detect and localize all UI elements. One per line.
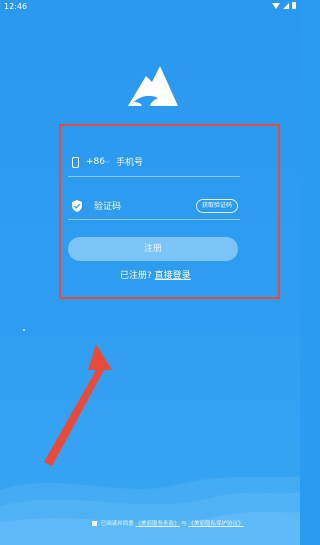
phone-row: +86 ⌵ xyxy=(68,152,240,174)
app-logo xyxy=(128,66,178,106)
shield-icon xyxy=(72,200,82,212)
code-row: 获取验证码 xyxy=(68,196,240,218)
status-bar: 12:46 xyxy=(0,0,300,14)
phone-divider xyxy=(68,176,240,177)
wave-decoration xyxy=(0,476,300,545)
agreement: 已阅读并同意 《美丽服务条款》 与 《美丽隐私保护协议》 xyxy=(92,520,292,529)
signal-icon xyxy=(283,2,289,9)
terms-link[interactable]: 《美丽服务条款》 xyxy=(136,521,180,527)
get-code-button[interactable]: 获取验证码 xyxy=(196,199,238,213)
status-time: 12:46 xyxy=(4,2,28,11)
status-icons xyxy=(272,2,296,9)
decorative-dot xyxy=(23,329,25,331)
code-divider xyxy=(68,219,240,220)
register-button[interactable]: 注册 xyxy=(68,237,238,261)
battery-icon xyxy=(292,2,296,9)
agree-checkbox[interactable] xyxy=(92,521,97,526)
red-arrow-annotation xyxy=(44,344,112,466)
wifi-icon xyxy=(272,2,280,9)
phone-input[interactable] xyxy=(116,156,236,170)
privacy-link[interactable]: 《美丽隐私保护协议》 xyxy=(189,521,244,527)
login-prompt-text: 已注册? xyxy=(120,271,152,281)
login-prompt: 已注册? 直接登录 xyxy=(120,268,191,281)
agreement-prefix: 已阅读并同意 xyxy=(100,521,134,527)
register-screen: 12:46 +86 ⌵ 获取验证码 注册 已注册? 直接登录 xyxy=(0,0,300,545)
login-link[interactable]: 直接登录 xyxy=(155,271,191,281)
country-code[interactable]: +86 xyxy=(86,157,105,167)
code-input[interactable] xyxy=(94,200,184,214)
phone-icon xyxy=(72,157,79,168)
chevron-down-icon[interactable]: ⌵ xyxy=(105,158,110,166)
agreement-conjunction: 与 xyxy=(181,521,187,527)
